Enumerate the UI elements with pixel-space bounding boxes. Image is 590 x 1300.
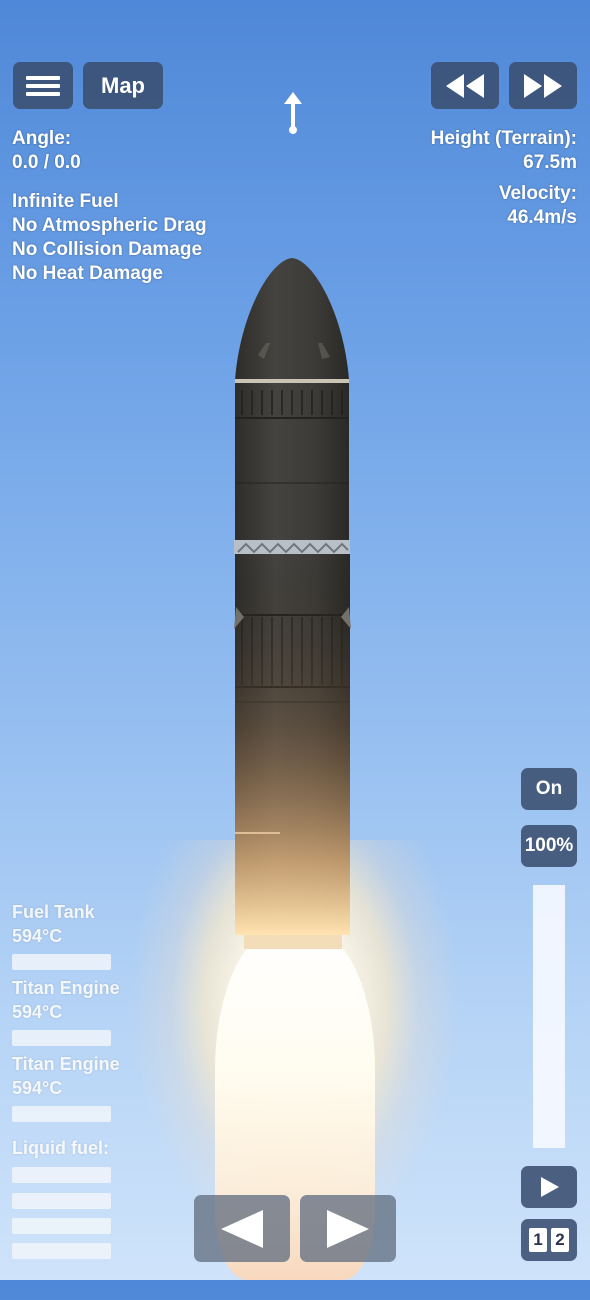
height-readout: Height (Terrain): 67.5m [431,127,577,175]
menu-button[interactable] [13,62,73,109]
part-heat-bar [12,954,111,970]
velocity-value: 46.4m/s [507,207,577,228]
cheat-item: No Atmospheric Drag [12,215,207,236]
engine-skirt [244,935,342,949]
resource-bar [12,1218,111,1234]
velocity-readout: Velocity: 46.4m/s [499,182,577,230]
throttle-percent-label: 100% [524,835,574,856]
cheat-item: No Heat Damage [12,263,163,284]
velocity-label: Velocity: [498,183,577,204]
map-button-label: Map [101,72,145,98]
angle-label: Angle: [12,128,72,149]
rotate-left-button[interactable] [194,1195,290,1262]
stage-2-label: 2 [551,1228,569,1252]
part-temp: 594°C [12,1078,63,1098]
cheat-item: No Collision Damage [12,239,203,260]
part-heat-bar [12,1106,111,1122]
height-value: 67.5m [523,152,577,173]
cheat-list: Infinite Fuel No Atmospheric Drag No Col… [12,190,207,286]
play-icon [541,1177,559,1197]
direction-arrow-icon [284,92,302,134]
part-name: Titan Engine [12,1054,120,1074]
angle-readout: Angle: 0.0 / 0.0 [12,127,81,175]
height-label: Height (Terrain): [430,128,577,149]
rotate-right-button[interactable] [300,1195,396,1262]
arrow-right-icon [327,1209,369,1248]
part-name: Fuel Tank [12,902,95,922]
rewind-icon [446,73,484,98]
play-button[interactable] [521,1166,577,1208]
resource-bar [12,1167,111,1183]
slow-down-button[interactable] [431,62,499,109]
fast-forward-icon [524,73,562,98]
angle-value: 0.0 / 0.0 [12,152,81,173]
part-temp: 594°C [12,926,63,946]
part-temp: 594°C [12,1002,63,1022]
throttle-slider[interactable] [533,885,565,1148]
nose-cone [235,258,349,380]
cheat-item: Infinite Fuel [12,191,119,212]
part-name: Titan Engine [12,978,120,998]
engine-toggle-button[interactable]: On [521,768,577,810]
map-button[interactable]: Map [83,62,163,109]
rocket [234,258,351,949]
speed-up-button[interactable] [509,62,577,109]
engine-toggle-label: On [535,778,563,799]
throttle-percent-button[interactable]: 100% [521,825,577,867]
part-heat-bar [12,1030,111,1046]
stage-selector-button[interactable]: 1 2 [521,1219,577,1261]
resource-bar [12,1193,111,1209]
stage-1-label: 1 [529,1228,547,1252]
resource-label: Liquid fuel: [12,1138,109,1158]
arrow-left-icon [221,1209,263,1248]
hamburger-icon [26,72,60,100]
resource-bar [12,1243,111,1259]
